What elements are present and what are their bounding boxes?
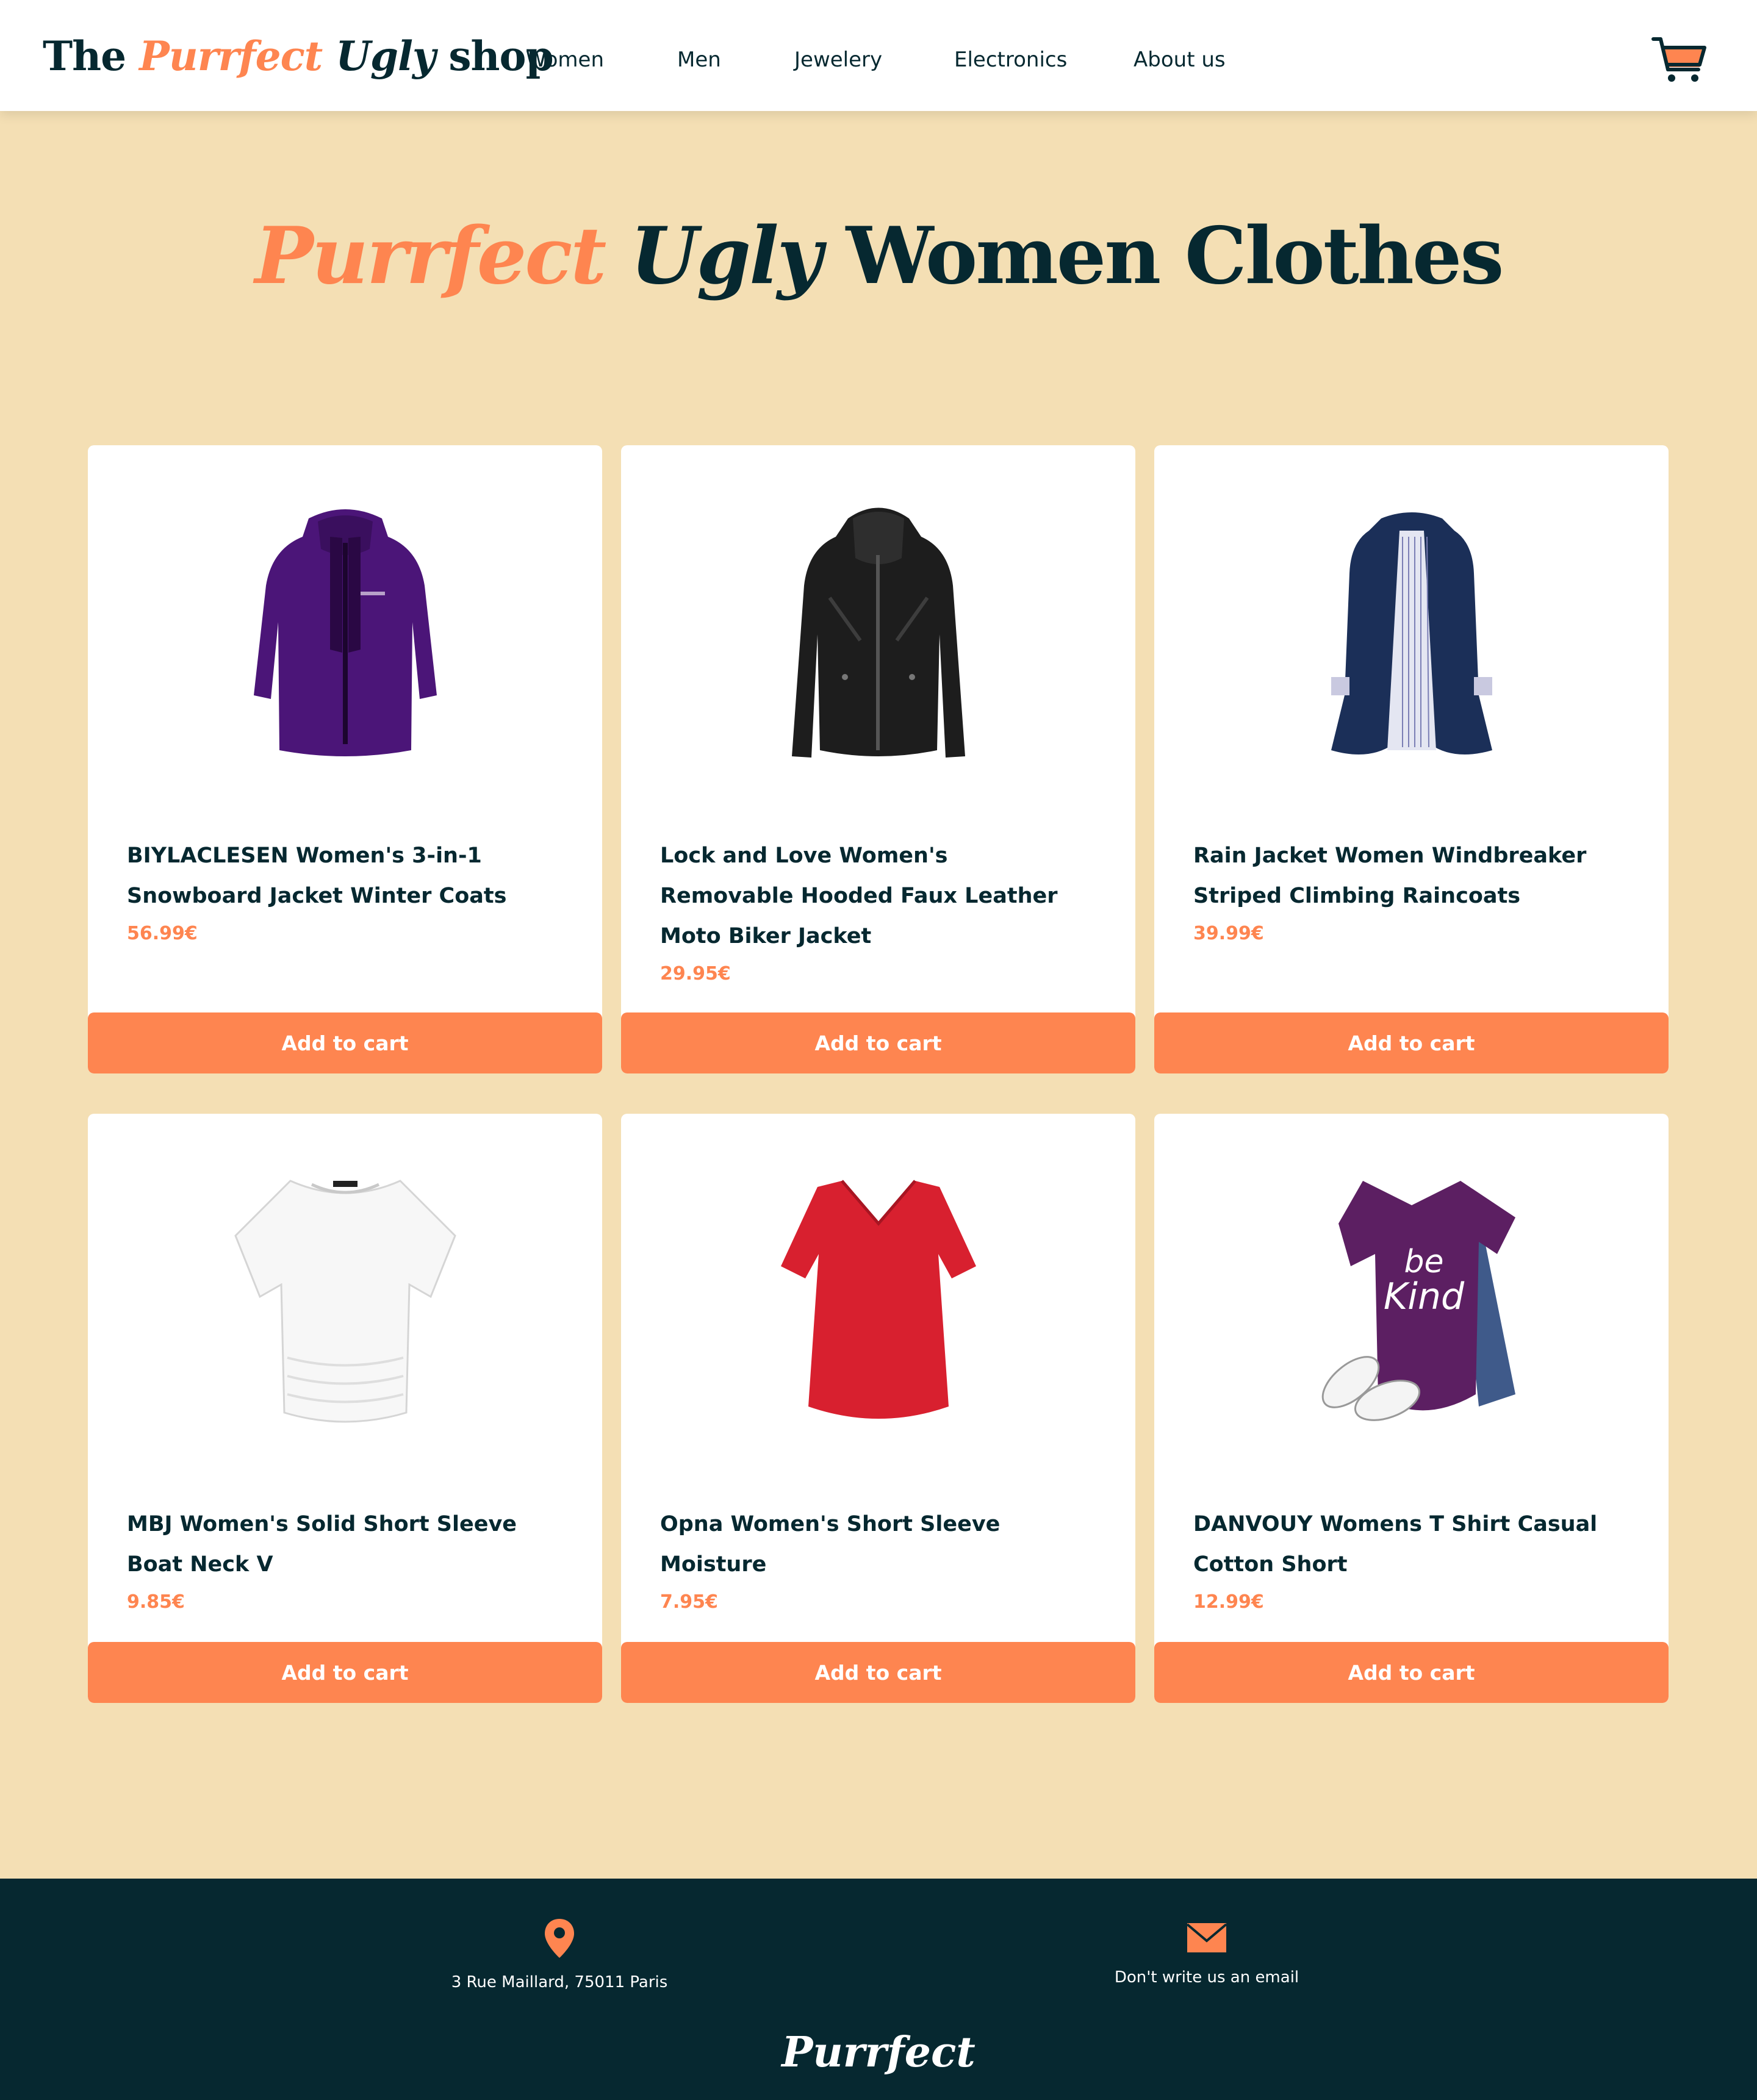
product-price: 29.95€	[660, 963, 731, 984]
product-price: 7.95€	[660, 1591, 718, 1613]
product-price: 12.99€	[1193, 1591, 1264, 1613]
footer-brand: Purrfect	[781, 2028, 976, 2077]
title-purrfect: Purrfect	[254, 210, 607, 302]
nav-about-us[interactable]: About us	[1134, 45, 1226, 74]
location-pin-icon	[545, 1919, 574, 1958]
product-name[interactable]: Lock and Love Women's Removable Hooded F…	[660, 836, 1087, 956]
logo-the: The	[43, 32, 140, 80]
logo-purrfect: Purrfect	[139, 32, 323, 80]
envelope-icon[interactable]	[1187, 1923, 1227, 1954]
product-name[interactable]: BIYLACLESEN Women's 3-in-1 Snowboard Jac…	[127, 836, 554, 916]
email-link[interactable]: Don't write us an email	[963, 1965, 1451, 1990]
svg-text:Kind: Kind	[1383, 1275, 1464, 1318]
purple-be-kind-tshirt-image[interactable]: be Kind	[1154, 1163, 1669, 1443]
title-ugly: Ugly	[630, 210, 822, 302]
product-price: 39.99€	[1193, 923, 1264, 944]
footer-email: Don't write us an email	[963, 1879, 1451, 1990]
product-card: Opna Women's Short Sleeve Moisture 7.95€…	[621, 1114, 1135, 1703]
add-to-cart-button[interactable]: Add to cart	[621, 1012, 1135, 1073]
logo-ugly: Ugly	[336, 32, 436, 80]
product-price: 56.99€	[127, 923, 198, 944]
svg-text:be: be	[1404, 1244, 1443, 1280]
add-to-cart-button[interactable]: Add to cart	[1154, 1012, 1669, 1073]
product-card: be Kind DANVOUY Womens T Shirt Casual Co…	[1154, 1114, 1669, 1703]
black-leather-jacket-image[interactable]	[621, 494, 1135, 775]
product-name[interactable]: MBJ Women's Solid Short Sleeve Boat Neck…	[127, 1504, 554, 1585]
footer-address: 3 Rue Maillard, 75011 Paris	[315, 1879, 803, 1994]
shop-logo[interactable]: The Purrfect Ugly shop	[43, 27, 554, 85]
add-to-cart-button[interactable]: Add to cart	[1154, 1642, 1669, 1703]
product-card: BIYLACLESEN Women's 3-in-1 Snowboard Jac…	[88, 445, 602, 1073]
address-text: 3 Rue Maillard, 75011 Paris	[451, 1973, 668, 1991]
product-card: MBJ Women's Solid Short Sleeve Boat Neck…	[88, 1114, 602, 1703]
purple-jacket-image[interactable]	[88, 494, 602, 775]
nav-jewelery[interactable]: Jewelery	[794, 45, 882, 74]
product-name[interactable]: Opna Women's Short Sleeve Moisture	[660, 1504, 1087, 1585]
product-price: 9.85€	[127, 1591, 185, 1613]
red-tshirt-image[interactable]	[621, 1163, 1135, 1443]
site-footer: 3 Rue Maillard, 75011 Paris Don't write …	[0, 1879, 1757, 2100]
add-to-cart-button[interactable]: Add to cart	[88, 1642, 602, 1703]
product-card: Rain Jacket Women Windbreaker Striped Cl…	[1154, 445, 1669, 1073]
product-card: Lock and Love Women's Removable Hooded F…	[621, 445, 1135, 1073]
shopping-cart-icon[interactable]	[1651, 34, 1709, 85]
product-name[interactable]: DANVOUY Womens T Shirt Casual Cotton Sho…	[1193, 1504, 1620, 1585]
white-tshirt-image[interactable]	[88, 1163, 602, 1443]
navy-raincoat-image[interactable]	[1154, 494, 1669, 775]
add-to-cart-button[interactable]: Add to cart	[88, 1012, 602, 1073]
nav-electronics[interactable]: Electronics	[954, 45, 1067, 74]
site-header: The Purrfect Ugly shop Women Men Jeweler…	[0, 0, 1757, 111]
nav-women[interactable]: Women	[526, 45, 604, 74]
logo-space	[322, 32, 336, 80]
title-women-clothes: Women Clothes	[846, 210, 1504, 302]
product-name[interactable]: Rain Jacket Women Windbreaker Striped Cl…	[1193, 836, 1620, 916]
nav-men[interactable]: Men	[677, 45, 721, 74]
page-title: Purrfect Ugly Women Clothes	[0, 205, 1757, 307]
add-to-cart-button[interactable]: Add to cart	[621, 1642, 1135, 1703]
